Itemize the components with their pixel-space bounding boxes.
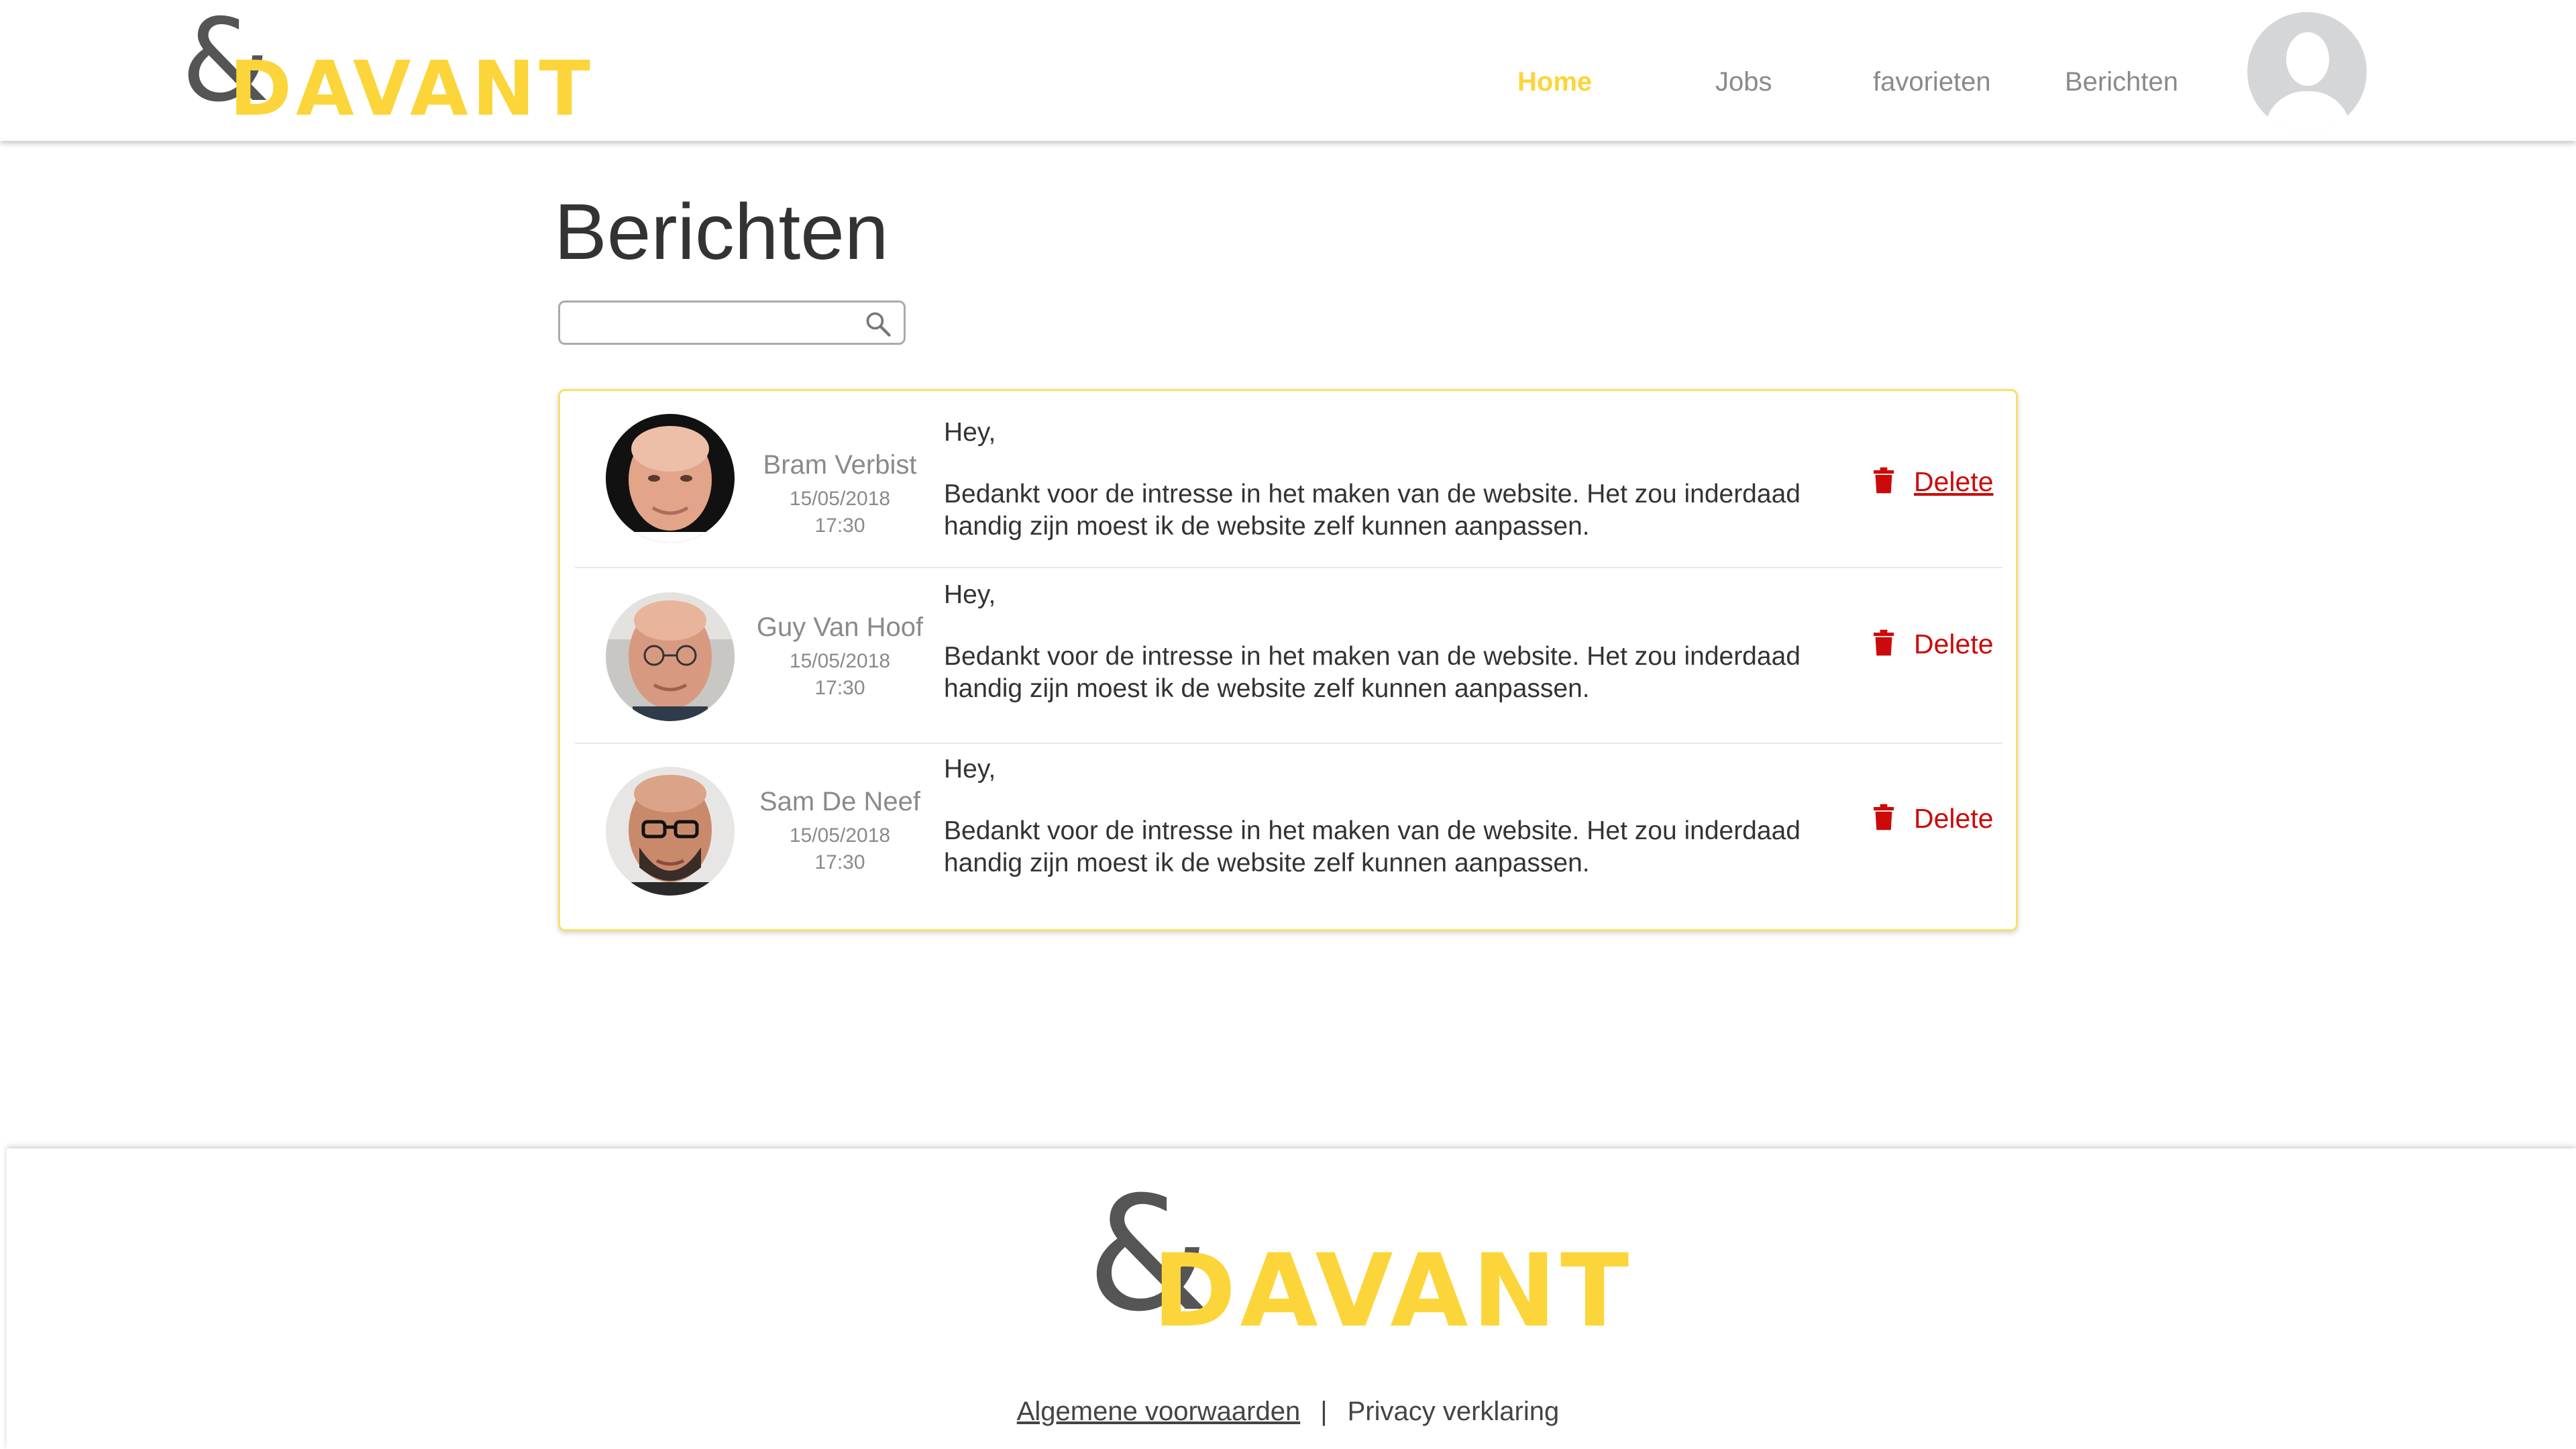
sender-photo-icon xyxy=(606,414,735,543)
sender-name: Sam De Neef xyxy=(759,787,921,816)
message-greeting: Hey, xyxy=(944,755,996,784)
sender-info: Guy Van Hoof 15/05/2018 17:30 xyxy=(749,612,930,702)
message-greeting: Hey, xyxy=(944,418,996,447)
delete-label: Delete xyxy=(1914,629,1994,659)
top-navbar: & DAVANT Home Jobs favorieten Berichten xyxy=(0,0,2576,141)
search-icon[interactable] xyxy=(863,309,893,339)
message-line: handig zijn moest ik de website zelf kun… xyxy=(944,849,1590,877)
footer-links: Algemene voorwaarden | Privacy verklaring xyxy=(0,1397,2576,1427)
message-line: handig zijn moest ik de website zelf kun… xyxy=(944,512,1590,541)
footer-logo[interactable]: & DAVANT xyxy=(1087,1163,1629,1350)
terms-link[interactable]: Algemene voorwaarden xyxy=(1017,1397,1300,1426)
sender-name: Guy Van Hoof xyxy=(756,612,924,642)
message-greeting: Hey, xyxy=(944,580,996,609)
avatar-body-shape xyxy=(2265,91,2351,131)
nav-home[interactable]: Home xyxy=(1517,67,1592,97)
search-input[interactable] xyxy=(560,303,861,341)
nav-berichten[interactable]: Berichten xyxy=(2065,67,2178,97)
message-time: 17:30 xyxy=(814,851,865,873)
nav-favorieten[interactable]: favorieten xyxy=(1873,67,1991,97)
delete-button[interactable]: Delete xyxy=(1874,466,1994,498)
user-avatar[interactable] xyxy=(2247,12,2367,131)
message-body: Hey, Bedankt voor de intresse in het mak… xyxy=(944,579,1801,705)
sender-avatar[interactable] xyxy=(606,414,735,543)
message-date: 15/05/2018 xyxy=(789,824,891,847)
message-list: Bram Verbist 15/05/2018 17:30 Hey, Bedan… xyxy=(558,389,2018,931)
trash-icon xyxy=(1874,804,1894,830)
avatar-head-shape xyxy=(2286,32,2329,86)
sender-info: Bram Verbist 15/05/2018 17:30 xyxy=(749,450,930,539)
sender-photo-icon xyxy=(606,767,735,896)
page-title: Berichten xyxy=(554,188,889,276)
message-time: 17:30 xyxy=(814,515,865,537)
message-date: 15/05/2018 xyxy=(789,650,891,672)
footer-separator: | xyxy=(1320,1397,1328,1426)
message-row[interactable]: Guy Van Hoof 15/05/2018 17:30 Hey, Bedan… xyxy=(575,567,2002,744)
logo-wordmark: DAVANT xyxy=(1152,1233,1633,1350)
davant-logo[interactable]: & DAVANT xyxy=(181,0,590,134)
message-line: Bedankt voor de intresse in het maken va… xyxy=(944,480,1801,508)
message-date: 15/05/2018 xyxy=(789,488,891,510)
delete-button[interactable]: Delete xyxy=(1874,803,1994,835)
trash-icon xyxy=(1874,467,1894,494)
message-row[interactable]: Bram Verbist 15/05/2018 17:30 Hey, Bedan… xyxy=(575,406,2002,568)
trash-icon xyxy=(1874,629,1894,656)
sender-photo-icon xyxy=(606,592,735,721)
message-line: handig zijn moest ik de website zelf kun… xyxy=(944,674,1590,703)
logo-wordmark: DAVANT xyxy=(229,46,594,133)
message-line: Bedankt voor de intresse in het maken va… xyxy=(944,816,1801,845)
sender-info: Sam De Neef 15/05/2018 17:30 xyxy=(749,787,930,876)
delete-label: Delete xyxy=(1914,803,1994,834)
delete-label: Delete xyxy=(1914,466,1994,497)
message-line: Bedankt voor de intresse in het maken va… xyxy=(944,642,1801,671)
sender-avatar[interactable] xyxy=(606,592,735,721)
delete-button[interactable]: Delete xyxy=(1874,629,1994,660)
message-body: Hey, Bedankt voor de intresse in het mak… xyxy=(944,417,1801,543)
message-time: 17:30 xyxy=(814,677,865,699)
message-body: Hey, Bedankt voor de intresse in het mak… xyxy=(944,753,1801,879)
message-row[interactable]: Sam De Neef 15/05/2018 17:30 Hey, Bedank… xyxy=(575,743,2002,918)
search-box[interactable] xyxy=(558,301,906,345)
sender-avatar[interactable] xyxy=(606,767,735,896)
privacy-link[interactable]: Privacy verklaring xyxy=(1348,1397,1560,1426)
sender-name: Bram Verbist xyxy=(763,450,917,480)
nav-jobs[interactable]: Jobs xyxy=(1715,67,1772,97)
